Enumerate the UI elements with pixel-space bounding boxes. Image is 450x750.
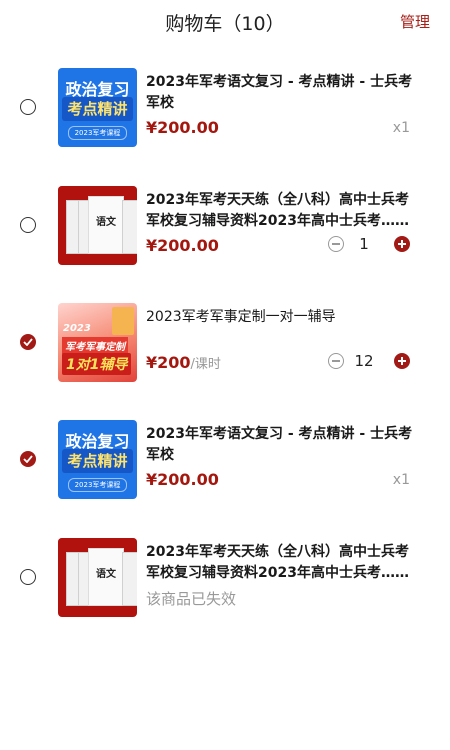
thumb-text: 语文: [96, 217, 116, 228]
thumb-text: 语文: [96, 569, 116, 580]
select-checkbox[interactable]: [20, 334, 36, 350]
product-price: ¥200.00: [146, 470, 219, 489]
checkmark-icon: [23, 455, 33, 463]
product-thumbnail[interactable]: 语文: [58, 538, 137, 617]
plus-icon[interactable]: [394, 236, 410, 252]
select-checkbox[interactable]: [20, 217, 36, 233]
thumb-text: 2023军考课程: [68, 126, 127, 140]
product-price: ¥200/课时: [146, 353, 221, 372]
plus-icon[interactable]: [394, 353, 410, 369]
thumb-text: 2023: [63, 323, 91, 334]
book-cover: 语文: [88, 196, 124, 254]
quantity-value[interactable]: 1: [354, 235, 374, 253]
cart-item: 语文 2023年军考天天练（全八科）高中士兵考军校复习辅导资料2023年高中士兵…: [0, 534, 450, 624]
product-thumbnail[interactable]: 政治复习 考点精讲 2023军考课程: [58, 420, 137, 499]
product-name[interactable]: 2023年军考天天练（全八科）高中士兵考军校复习辅导资料2023年高中士兵考……: [146, 190, 414, 232]
invalid-status: 该商品已失效: [146, 590, 237, 608]
quantity-label: x1: [392, 120, 410, 136]
price-unit: /课时: [190, 357, 221, 372]
product-thumbnail[interactable]: 2023 军考军事定制 1对1辅导: [58, 303, 137, 382]
checkmark-icon: [23, 338, 33, 346]
page-title: 购物车（10）: [165, 13, 285, 35]
select-checkbox[interactable]: [20, 569, 36, 585]
thumb-text: 军考军事定制: [62, 337, 128, 354]
cart-item: 政治复习 考点精讲 2023军考课程 2023年军考语文复习 - 考点精讲 - …: [0, 64, 450, 154]
thumb-text: 1对1辅导: [62, 353, 132, 375]
book-spine: [122, 552, 137, 606]
thumb-band: [58, 538, 137, 544]
product-name[interactable]: 2023军考军事定制一对一辅导: [146, 307, 414, 328]
cart-item: 2023 军考军事定制 1对1辅导 2023军考军事定制一对一辅导 ¥200/课…: [0, 299, 450, 389]
gift-box-icon: [112, 307, 134, 335]
product-name[interactable]: 2023年军考语文复习 - 考点精讲 - 士兵考军校: [146, 424, 414, 466]
price-value: ¥200: [146, 353, 191, 372]
header: 购物车（10） 管理: [0, 0, 450, 44]
product-price: ¥200.00: [146, 118, 219, 137]
minus-icon[interactable]: [328, 353, 344, 369]
book-cover: 语文: [88, 548, 124, 606]
cart-item: 语文 2023年军考天天练（全八科）高中士兵考军校复习辅导资料2023年高中士兵…: [0, 182, 450, 272]
thumb-band: [58, 186, 137, 192]
manage-button[interactable]: 管理: [400, 11, 430, 32]
product-thumbnail[interactable]: 语文: [58, 186, 137, 265]
quantity-label: x1: [392, 472, 410, 488]
minus-icon[interactable]: [328, 236, 344, 252]
cart-item: 政治复习 考点精讲 2023军考课程 2023年军考语文复习 - 考点精讲 - …: [0, 416, 450, 506]
product-name[interactable]: 2023年军考语文复习 - 考点精讲 - 士兵考军校: [146, 72, 414, 114]
thumb-text: 考点精讲: [62, 449, 133, 473]
select-checkbox[interactable]: [20, 451, 36, 467]
thumb-text: 2023军考课程: [68, 478, 127, 492]
book-spine: [122, 200, 137, 254]
product-thumbnail[interactable]: 政治复习 考点精讲 2023军考课程: [58, 68, 137, 147]
thumb-text: 考点精讲: [62, 97, 133, 121]
product-price: ¥200.00: [146, 236, 219, 255]
product-name[interactable]: 2023年军考天天练（全八科）高中士兵考军校复习辅导资料2023年高中士兵考……: [146, 542, 414, 584]
quantity-value[interactable]: 12: [354, 352, 374, 370]
select-checkbox[interactable]: [20, 99, 36, 115]
